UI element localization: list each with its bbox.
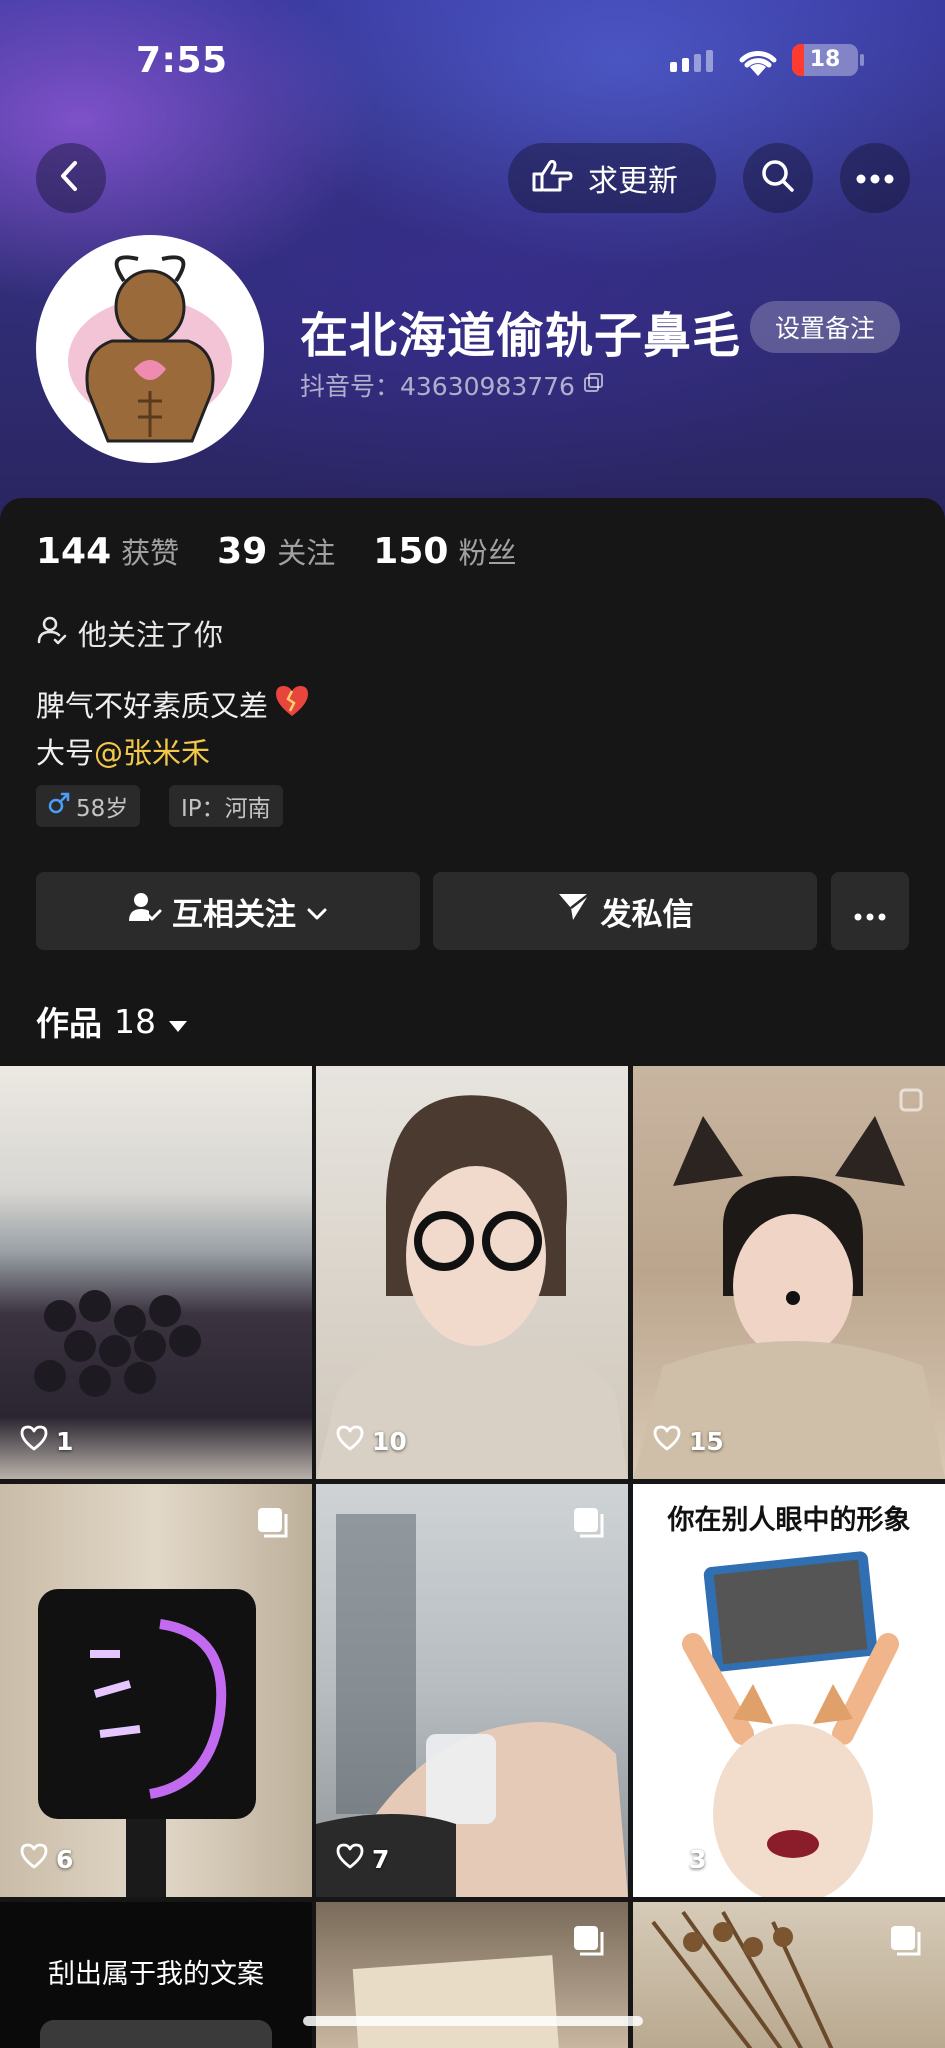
user-follow-icon: [36, 614, 68, 653]
video-like-count: 3: [653, 1843, 706, 1875]
multi-image-icon: [572, 1924, 606, 1962]
ip-location-tag: IP：河南: [169, 785, 283, 827]
video-thumbnail[interactable]: 7: [316, 1484, 628, 1897]
multi-image-icon: [256, 1506, 290, 1544]
like-count-text: 6: [56, 1844, 74, 1874]
caret-down-icon: [168, 1002, 188, 1041]
battery-level: 18: [809, 47, 841, 72]
bio-mention-link[interactable]: @张米禾: [94, 736, 210, 770]
age-text: 58岁: [76, 796, 129, 822]
video-like-count: 7: [336, 1843, 389, 1875]
send-icon: [557, 892, 591, 930]
multi-image-icon: [889, 1924, 923, 1962]
video-thumbnail[interactable]: 10: [316, 1066, 628, 1479]
video-like-count: 10: [336, 1425, 407, 1457]
user-follow-icon: [128, 891, 162, 931]
multi-image-icon: [572, 1506, 606, 1544]
video-like-count: 6: [20, 1843, 73, 1875]
bio-line-1: 脾气不好素质又差: [36, 683, 310, 725]
battery-tip: [860, 54, 864, 66]
works-tab[interactable]: 作品 18: [36, 997, 188, 1045]
video-like-count: 1: [20, 1425, 73, 1457]
broken-heart-emoji-icon: [274, 684, 310, 725]
battery-icon: 18: [792, 44, 858, 76]
status-time: 7:55: [136, 40, 228, 81]
back-button[interactable]: [36, 143, 106, 213]
mutual-follow-button[interactable]: 互相关注: [36, 872, 420, 950]
profile-info-card: [0, 498, 945, 1068]
following-count[interactable]: 39: [217, 531, 267, 572]
more-actions-button[interactable]: [831, 872, 909, 950]
request-update-button[interactable]: 求更新: [508, 143, 716, 213]
like-count-text: 1: [56, 1426, 74, 1456]
more-button[interactable]: [840, 143, 910, 213]
video-thumbnail[interactable]: 1: [0, 1066, 312, 1479]
send-message-button[interactable]: 发私信: [433, 872, 817, 950]
search-button[interactable]: [743, 143, 813, 213]
request-update-label: 求更新: [588, 164, 678, 199]
followers-count[interactable]: 150: [373, 531, 448, 572]
follows-you-text: 他关注了你: [78, 618, 224, 652]
follows-you-indicator: 他关注了你: [36, 612, 223, 654]
followers-label: 粉丝: [458, 536, 517, 570]
set-remark-button[interactable]: 设置备注: [750, 301, 900, 353]
back-icon: [56, 159, 86, 197]
video-thumbnail[interactable]: [316, 1902, 628, 2048]
profile-stats: 144 获赞 39 关注 150 粉丝: [36, 530, 554, 572]
video-thumbnail[interactable]: 15: [633, 1066, 945, 1479]
video-like-count: 15: [653, 1425, 724, 1457]
heart-icon: [336, 1843, 364, 1875]
heart-icon: [653, 1425, 681, 1457]
mutual-follow-label: 互相关注: [172, 896, 296, 933]
multi-image-icon: [893, 1088, 923, 1122]
douyin-id[interactable]: 抖音号：43630983776: [300, 367, 605, 403]
like-count-text: 7: [372, 1844, 390, 1874]
heart-icon: [653, 1843, 681, 1875]
home-indicator[interactable]: [303, 2016, 643, 2026]
bio-line-2: 大号@张米禾: [36, 730, 210, 772]
profile-nickname: 在北海道偷轨子鼻毛: [300, 308, 742, 364]
search-icon: [760, 158, 796, 198]
video-thumbnail[interactable]: 你在别人眼中的形象 3: [633, 1484, 945, 1897]
works-label: 作品: [36, 1004, 102, 1043]
age-tag: 58岁: [36, 785, 141, 827]
copy-icon: [583, 371, 605, 400]
works-count: 18: [114, 1001, 156, 1041]
cellular-signal-icon: [670, 50, 713, 72]
heart-icon: [20, 1425, 48, 1457]
bio-text: 脾气不好素质又差: [36, 689, 269, 723]
more-icon: [854, 893, 886, 929]
heart-icon: [336, 1425, 364, 1457]
douyin-id-text: 抖音号：43630983776: [300, 372, 575, 401]
chevron-down-icon: [306, 893, 328, 929]
video-thumbnail[interactable]: 刮出属于我的文案: [0, 1902, 312, 2048]
likes-label: 获赞: [121, 536, 180, 570]
like-count-text: 10: [372, 1426, 407, 1456]
bio-alt-account-prefix: 大号: [36, 736, 95, 770]
more-icon: [856, 169, 894, 188]
wifi-icon: [736, 46, 780, 82]
video-thumbnail[interactable]: 6: [0, 1484, 312, 1897]
video-thumbnail[interactable]: [633, 1902, 945, 2048]
pointing-hand-icon: [530, 156, 574, 200]
avatar[interactable]: [36, 235, 264, 463]
heart-icon: [20, 1843, 48, 1875]
likes-count[interactable]: 144: [36, 531, 111, 572]
send-message-label: 发私信: [600, 896, 694, 933]
male-icon: [48, 792, 70, 820]
following-label: 关注: [277, 536, 336, 570]
like-count-text: 3: [689, 1844, 707, 1874]
like-count-text: 15: [689, 1426, 724, 1456]
